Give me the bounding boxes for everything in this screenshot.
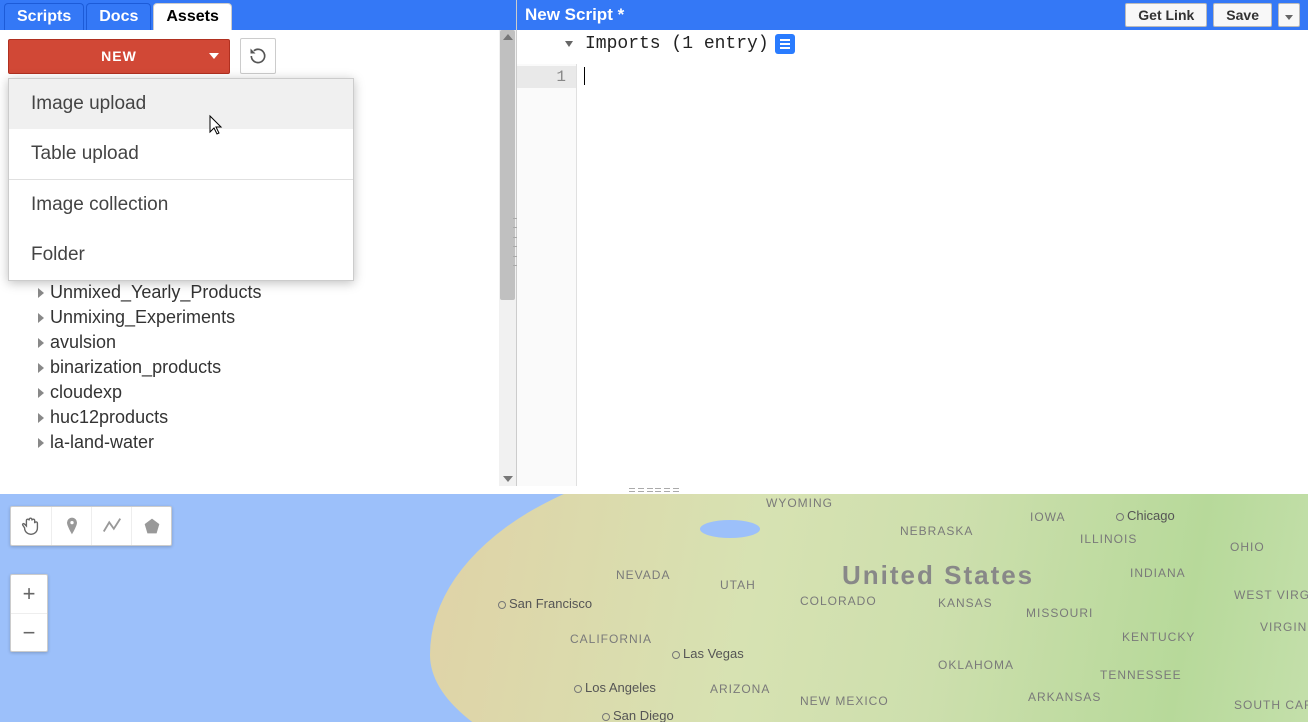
- tree-item-label: Unmixing_Experiments: [50, 307, 235, 328]
- tab-docs[interactable]: Docs: [86, 3, 151, 30]
- refresh-button[interactable]: [240, 38, 276, 74]
- assets-toolbar: NEW: [0, 30, 516, 82]
- tab-scripts[interactable]: Scripts: [4, 3, 84, 30]
- tree-item[interactable]: binarization_products: [38, 355, 494, 380]
- tree-item[interactable]: Unmixing_Experiments: [38, 305, 494, 330]
- imports-row[interactable]: Imports (1 entry): [517, 30, 1308, 60]
- zoom-controls: + −: [10, 574, 48, 652]
- tree-item-label: avulsion: [50, 332, 116, 353]
- horizontal-splitter[interactable]: [0, 486, 1308, 494]
- pin-icon: [62, 516, 82, 536]
- text-cursor: [584, 67, 585, 85]
- new-dropdown: Image upload Table upload Image collecti…: [8, 78, 354, 281]
- map-city-label: Las Vegas: [672, 646, 744, 661]
- map-view[interactable]: United States WYOMING NEBRASKA IOWA ILLI…: [0, 494, 1308, 722]
- menu-table-upload[interactable]: Table upload: [9, 129, 353, 179]
- code-editor[interactable]: 1: [517, 64, 1308, 486]
- tree-item[interactable]: la-land-water: [38, 430, 494, 455]
- chevron-right-icon: [38, 388, 44, 398]
- map-lake: [700, 520, 760, 538]
- document-icon[interactable]: [775, 34, 795, 54]
- polygon-tool[interactable]: [131, 507, 171, 545]
- tree-item[interactable]: Unmixed_Yearly_Products: [38, 280, 494, 305]
- refresh-icon: [248, 46, 268, 66]
- line-tool[interactable]: [91, 507, 131, 545]
- tree-item[interactable]: avulsion: [38, 330, 494, 355]
- scroll-down-icon: [503, 476, 513, 482]
- zoom-in-button[interactable]: +: [11, 575, 47, 613]
- marker-tool[interactable]: [51, 507, 91, 545]
- code-body[interactable]: [577, 64, 1308, 486]
- map-city-label: San Francisco: [498, 596, 592, 611]
- tree-item-label: binarization_products: [50, 357, 221, 378]
- map-city-label: Los Angeles: [574, 680, 656, 695]
- map-toolbar: [10, 506, 172, 546]
- chevron-right-icon: [38, 438, 44, 448]
- editor-header: New Script * Get Link Save: [517, 0, 1308, 30]
- tree-item-label: la-land-water: [50, 432, 154, 453]
- polyline-icon: [101, 515, 123, 537]
- asset-tree: Unmixed_Yearly_Products Unmixing_Experim…: [38, 280, 494, 486]
- map-city-label: San Diego: [602, 708, 674, 722]
- tree-item[interactable]: huc12products: [38, 405, 494, 430]
- menu-image-collection[interactable]: Image collection: [9, 180, 353, 230]
- menu-folder[interactable]: Folder: [9, 230, 353, 280]
- save-dropdown-button[interactable]: [1278, 3, 1300, 27]
- tree-item-label: huc12products: [50, 407, 168, 428]
- get-link-button[interactable]: Get Link: [1125, 3, 1207, 27]
- script-title: New Script *: [525, 5, 624, 25]
- menu-image-upload[interactable]: Image upload: [9, 79, 353, 129]
- chevron-down-icon: [209, 53, 219, 59]
- zoom-out-button[interactable]: −: [11, 613, 47, 651]
- line-gutter: 1: [517, 64, 577, 486]
- chevron-right-icon: [38, 363, 44, 373]
- polygon-icon: [141, 515, 163, 537]
- tab-assets[interactable]: Assets: [153, 3, 231, 30]
- chevron-right-icon: [38, 288, 44, 298]
- map-city-label: Chicago: [1116, 508, 1175, 523]
- hand-icon: [20, 515, 42, 537]
- editor-panel: New Script * Get Link Save Imports (1 en…: [517, 0, 1308, 486]
- assets-panel: Scripts Docs Assets NEW Image upload Tab…: [0, 0, 517, 486]
- line-number: 1: [517, 66, 576, 88]
- tree-item-label: cloudexp: [50, 382, 122, 403]
- chevron-down-icon: [565, 41, 573, 47]
- chevron-right-icon: [38, 313, 44, 323]
- new-button[interactable]: NEW: [8, 39, 230, 74]
- imports-label: Imports (1 entry): [585, 34, 769, 54]
- new-button-label: NEW: [101, 48, 137, 64]
- pan-tool[interactable]: [11, 507, 51, 545]
- save-button[interactable]: Save: [1213, 3, 1272, 27]
- tree-item-label: Unmixed_Yearly_Products: [50, 282, 261, 303]
- left-tabbar: Scripts Docs Assets: [0, 0, 516, 30]
- chevron-right-icon: [38, 413, 44, 423]
- chevron-right-icon: [38, 338, 44, 348]
- chevron-down-icon: [1285, 15, 1293, 20]
- scroll-up-icon: [503, 34, 513, 40]
- tree-item[interactable]: cloudexp: [38, 380, 494, 405]
